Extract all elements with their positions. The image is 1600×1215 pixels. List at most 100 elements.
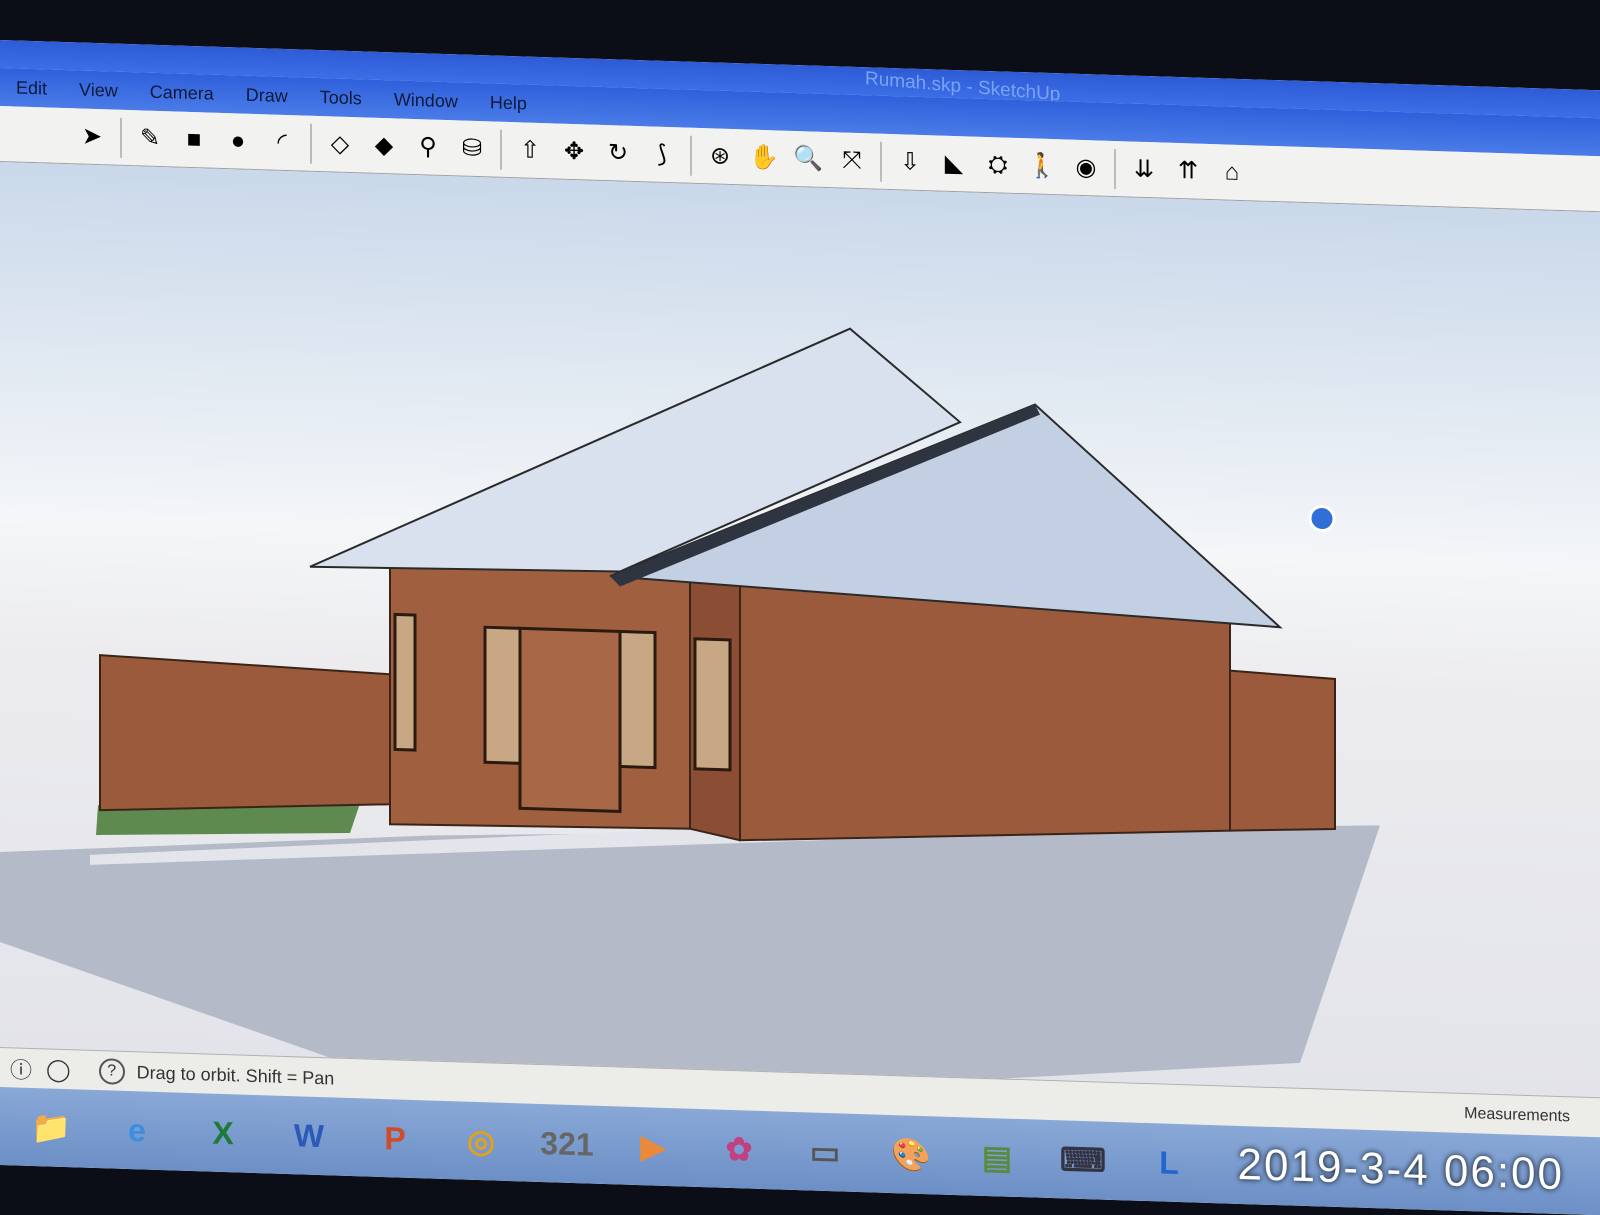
share-icon: ⇈ bbox=[1177, 156, 1199, 185]
powerpoint-icon: P bbox=[384, 1119, 406, 1157]
move-icon: ✥ bbox=[563, 137, 585, 165]
eye-icon: ◉ bbox=[1075, 153, 1097, 181]
orbit-cursor bbox=[1308, 505, 1336, 533]
excel-icon: X bbox=[212, 1114, 234, 1151]
paint-bucket-tool[interactable]: ⛁ bbox=[453, 129, 491, 168]
pushpull-icon: ⇧ bbox=[519, 135, 541, 164]
taskbar-viewer-app[interactable]: ▭ bbox=[792, 1123, 858, 1181]
flower-icon: ✿ bbox=[725, 1130, 753, 1168]
taskbar-notes-app[interactable]: ▤ bbox=[964, 1128, 1030, 1186]
taskbar-powerpoint[interactable]: P bbox=[362, 1109, 428, 1167]
front-door bbox=[518, 626, 622, 814]
menu-draw[interactable]: Draw bbox=[242, 82, 292, 109]
previous-view-tool[interactable]: ⇩ bbox=[891, 143, 929, 182]
eraser-tool[interactable]: ◆ bbox=[365, 126, 403, 165]
folder-icon: 📁 bbox=[31, 1108, 71, 1147]
taskbar-calendar[interactable]: 321 bbox=[534, 1115, 600, 1173]
toolbar-separator bbox=[1114, 148, 1116, 189]
viewer-icon: ▭ bbox=[809, 1133, 841, 1171]
extension-warehouse-tool[interactable]: ⌂ bbox=[1213, 153, 1251, 192]
taskbar-sketchup-app[interactable]: L bbox=[1136, 1134, 1202, 1192]
hand-icon: ✋ bbox=[749, 143, 779, 171]
make-component-tool[interactable]: ◇ bbox=[321, 125, 359, 164]
camera-icon: ⛭ bbox=[988, 150, 1008, 179]
arrow-icon: ➤ bbox=[81, 122, 103, 150]
circle-icon: ● bbox=[230, 126, 246, 155]
rotate-tool[interactable]: ↻ bbox=[599, 133, 637, 172]
orbit-icon: ⊛ bbox=[709, 141, 731, 170]
taskbar-internet-explorer[interactable]: e bbox=[104, 1101, 170, 1159]
word-icon: W bbox=[293, 1116, 325, 1154]
taskbar-media-player[interactable]: ▶ bbox=[620, 1117, 686, 1175]
keyboard-icon: ⌨ bbox=[1059, 1141, 1107, 1179]
chrome-icon: ◎ bbox=[467, 1122, 495, 1160]
modeling-viewport[interactable] bbox=[0, 162, 1600, 1098]
pencil-tool[interactable]: ✎ bbox=[131, 119, 169, 158]
share-model-tool[interactable]: ⇈ bbox=[1169, 151, 1207, 190]
toolbar-separator bbox=[690, 135, 692, 176]
zoom-tool[interactable]: 🔍 bbox=[789, 139, 827, 178]
right-fence-wall bbox=[1229, 669, 1336, 832]
circle-tool[interactable]: ● bbox=[219, 121, 257, 160]
taskbar-keyboard-app[interactable]: ⌨ bbox=[1050, 1131, 1116, 1189]
component-icon: ◇ bbox=[330, 129, 350, 158]
menu-edit[interactable]: Edit bbox=[12, 75, 51, 101]
get-models-tool[interactable]: ⇊ bbox=[1125, 150, 1163, 189]
move-tool[interactable]: ✥ bbox=[555, 132, 593, 171]
look-around-tool[interactable]: ◉ bbox=[1067, 148, 1105, 187]
toolbar-separator bbox=[500, 129, 502, 170]
offset-icon: ⟆ bbox=[657, 140, 667, 168]
help-icon[interactable]: ? bbox=[98, 1058, 125, 1085]
arc-tool[interactable]: ◜ bbox=[263, 123, 301, 162]
toolbar-separator bbox=[880, 141, 882, 182]
measurements-label: Measurements bbox=[1464, 1105, 1570, 1126]
taskbar-paint-app[interactable]: 🎨 bbox=[878, 1126, 944, 1184]
menu-tools[interactable]: Tools bbox=[316, 84, 366, 111]
sketchup-icon: L bbox=[1159, 1143, 1179, 1181]
push-pull-tool[interactable]: ⇧ bbox=[511, 131, 549, 170]
taskbar-clock[interactable]: 2019-3-4 06:00 bbox=[1238, 1140, 1564, 1200]
walk-icon: 🚶 bbox=[1027, 151, 1057, 180]
window-side bbox=[693, 637, 732, 772]
taskbar-excel[interactable]: X bbox=[190, 1104, 256, 1162]
window-narrow bbox=[393, 612, 417, 752]
next-view-tool[interactable]: ◣ bbox=[935, 144, 973, 183]
walk-tool[interactable]: 🚶 bbox=[1023, 147, 1061, 186]
warehouse-icon: ⇊ bbox=[1133, 155, 1155, 183]
menu-help[interactable]: Help bbox=[486, 90, 531, 116]
menu-view[interactable]: View bbox=[75, 77, 122, 103]
status-hint: Drag to orbit. Shift = Pan bbox=[136, 1061, 335, 1089]
position-camera-tool[interactable]: ⛭ bbox=[979, 145, 1017, 184]
magnifier-icon: 🔍 bbox=[793, 144, 823, 173]
offset-tool[interactable]: ⟆ bbox=[643, 135, 681, 174]
left-fence-wall bbox=[99, 654, 391, 812]
window-right bbox=[618, 629, 657, 770]
orbit-tool[interactable]: ⊛ bbox=[701, 137, 739, 176]
rotate-icon: ↻ bbox=[607, 138, 629, 167]
calendar-icon: 321 bbox=[540, 1124, 594, 1163]
taskbar-explorer[interactable]: 📁 bbox=[18, 1099, 84, 1157]
taskbar-word[interactable]: W bbox=[276, 1107, 342, 1165]
taskbar-chrome[interactable]: ◎ bbox=[448, 1112, 514, 1170]
toolbar-separator bbox=[120, 117, 122, 158]
extension-icon: ⌂ bbox=[1224, 157, 1240, 186]
pencil-icon: ✎ bbox=[139, 123, 161, 152]
menu-camera[interactable]: Camera bbox=[146, 79, 218, 106]
tape-measure-tool[interactable]: ⚲ bbox=[409, 127, 447, 166]
pan-tool[interactable]: ✋ bbox=[745, 138, 783, 177]
bucket-icon: ⛁ bbox=[461, 134, 483, 162]
zoom-extents-tool[interactable]: ⤧ bbox=[833, 141, 871, 180]
menu-window[interactable]: Window bbox=[390, 87, 462, 114]
credits-icon[interactable]: ◯ bbox=[46, 1056, 71, 1083]
ie-icon: e bbox=[128, 1111, 146, 1149]
next-icon: ◣ bbox=[944, 149, 964, 177]
previous-icon: ⇩ bbox=[899, 147, 921, 176]
zoom-extents-icon: ⤧ bbox=[842, 145, 862, 174]
model-scene bbox=[0, 327, 1380, 1098]
monitor-screen: Rumah.skp - SketchUp Edit View Camera Draw T… bbox=[0, 40, 1600, 1215]
rectangle-tool[interactable]: ■ bbox=[175, 120, 213, 159]
taskbar-flower-app[interactable]: ✿ bbox=[706, 1120, 772, 1178]
geo-location-icon[interactable]: ⓘ bbox=[10, 1052, 32, 1085]
select-tool[interactable]: ➤ bbox=[73, 117, 111, 156]
palette-icon: 🎨 bbox=[891, 1136, 931, 1174]
